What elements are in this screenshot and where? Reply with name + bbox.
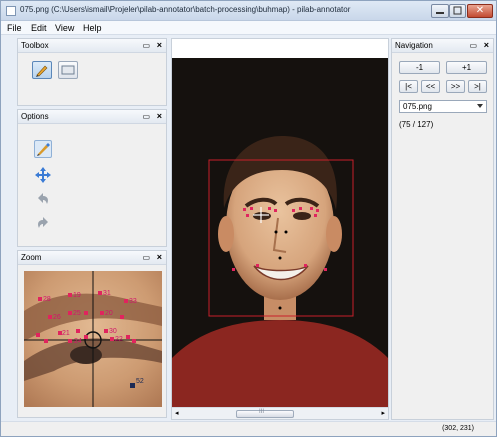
scroll-right-icon[interactable]: ▸ <box>381 409 385 417</box>
landmark-point[interactable] <box>132 339 136 343</box>
first-button[interactable]: |< <box>399 80 418 93</box>
pen-icon <box>37 143 50 156</box>
navigation-panel: Navigation ▭ × -1 +1 |< << >> >| 075.png… <box>391 38 494 420</box>
right-ear <box>326 216 342 252</box>
cursor-coordinates: (302, 231) <box>442 425 474 432</box>
zoom-panel: Zoom ▭ × 28 19 31 33 26 25 20 21 30 24 2… <box>17 250 167 418</box>
point-label: 28 <box>43 296 51 303</box>
face-photo[interactable] <box>172 58 388 408</box>
landmark-point[interactable] <box>68 311 72 315</box>
close-button[interactable]: ✕ <box>467 4 493 18</box>
title-bar: 075.png (C:\Users\ismail\Projeler\pilab-… <box>1 1 496 21</box>
menu-edit[interactable]: Edit <box>31 23 47 33</box>
landmark-point[interactable] <box>100 311 104 315</box>
undo-option-button[interactable] <box>34 190 52 208</box>
pen-option-button[interactable] <box>34 140 52 158</box>
minimize-button[interactable] <box>431 4 449 18</box>
image-counter: (75 / 127) <box>399 120 434 129</box>
last-button[interactable]: >| <box>468 80 487 93</box>
navigation-title: Navigation <box>395 41 433 50</box>
landmark-point[interactable] <box>124 299 128 303</box>
point-label: 31 <box>103 290 111 297</box>
image-view[interactable]: ◂ III ▸ <box>171 38 389 420</box>
close-panel-icon[interactable]: × <box>157 40 162 50</box>
left-ear <box>218 216 234 252</box>
landmark-point[interactable] <box>38 297 42 301</box>
point-label: 26 <box>53 314 61 321</box>
undo-icon <box>38 193 48 204</box>
point-label: 20 <box>105 310 113 317</box>
point-label: 19 <box>73 292 81 299</box>
point-label: 30 <box>109 328 117 335</box>
zoom-header: Zoom ▭ × <box>18 251 166 265</box>
file-select[interactable]: 075.png <box>399 100 487 113</box>
file-select-value: 075.png <box>403 102 432 111</box>
pencil-icon <box>36 65 48 77</box>
close-panel-icon[interactable]: × <box>157 111 162 121</box>
forward-button[interactable]: >> <box>446 80 465 93</box>
point-label: 24 <box>74 338 82 345</box>
zoom-title: Zoom <box>21 253 42 262</box>
eye-shape <box>70 346 102 364</box>
move-icon <box>35 167 51 183</box>
pencil-tool-button[interactable] <box>32 61 52 79</box>
options-panel: Options ▭ × <box>17 109 167 247</box>
menu-file[interactable]: File <box>7 23 22 33</box>
toolbox-header: Toolbox ▭ × <box>18 39 166 53</box>
landmark-point[interactable] <box>48 315 52 319</box>
landmark-point[interactable] <box>110 337 114 341</box>
move-option-button[interactable] <box>34 166 52 184</box>
redo-option-button[interactable] <box>34 214 52 232</box>
zoom-view[interactable]: 28 19 31 33 26 25 20 21 30 24 22 52 <box>24 271 162 407</box>
landmark-point[interactable] <box>104 329 108 333</box>
maximize-button[interactable] <box>449 4 466 18</box>
landmark-point[interactable] <box>36 333 40 337</box>
face-image <box>172 58 388 408</box>
toolbox-title: Toolbox <box>21 41 49 50</box>
scrollbar-thumb[interactable] <box>236 410 294 418</box>
point-label: 33 <box>129 298 137 305</box>
landmark-point[interactable] <box>76 329 80 333</box>
point-label: 22 <box>115 336 123 343</box>
options-title: Options <box>21 112 49 121</box>
rectangle-icon <box>61 65 75 75</box>
app-icon <box>6 6 16 16</box>
chevron-down-icon <box>477 104 483 108</box>
landmark-point[interactable] <box>44 339 48 343</box>
point-label: 21 <box>62 330 70 337</box>
float-icon[interactable]: ▭ <box>142 112 150 121</box>
menu-view[interactable]: View <box>55 23 74 33</box>
point-label: 25 <box>73 310 81 317</box>
menu-bar: File Edit View Help <box>1 21 496 35</box>
rectangle-tool-button[interactable] <box>58 61 78 79</box>
scroll-left-icon[interactable]: ◂ <box>175 409 179 417</box>
menu-help[interactable]: Help <box>83 23 102 33</box>
back-button[interactable]: << <box>421 80 440 93</box>
landmark-point[interactable] <box>84 311 88 315</box>
window-title: 075.png (C:\Users\ismail\Projeler\pilab-… <box>20 5 351 14</box>
redo-icon <box>38 217 48 228</box>
float-icon[interactable]: ▭ <box>469 41 477 50</box>
scrollbar-grip: III <box>259 409 265 415</box>
options-header: Options ▭ × <box>18 110 166 124</box>
status-bar: (302, 231) <box>1 421 496 436</box>
landmark-point[interactable] <box>68 339 72 343</box>
landmark-point[interactable] <box>84 335 88 339</box>
next-one-button[interactable]: +1 <box>446 61 487 74</box>
landmark-point-selected[interactable] <box>130 383 135 388</box>
toolbox-panel: Toolbox ▭ × <box>17 38 167 106</box>
landmark-point[interactable] <box>68 293 72 297</box>
landmark-point[interactable] <box>126 335 130 339</box>
float-icon[interactable]: ▭ <box>142 253 150 262</box>
navigation-header: Navigation ▭ × <box>392 39 493 53</box>
close-panel-icon[interactable]: × <box>484 40 489 50</box>
landmark-point[interactable] <box>120 315 124 319</box>
app-window: 075.png (C:\Users\ismail\Projeler\pilab-… <box>0 0 497 437</box>
landmark-point[interactable] <box>98 291 102 295</box>
float-icon[interactable]: ▭ <box>142 41 150 50</box>
previous-one-button[interactable]: -1 <box>399 61 440 74</box>
point-label-selected: 52 <box>136 378 144 385</box>
horizontal-scrollbar[interactable]: ◂ III ▸ <box>172 407 388 419</box>
close-panel-icon[interactable]: × <box>157 252 162 262</box>
